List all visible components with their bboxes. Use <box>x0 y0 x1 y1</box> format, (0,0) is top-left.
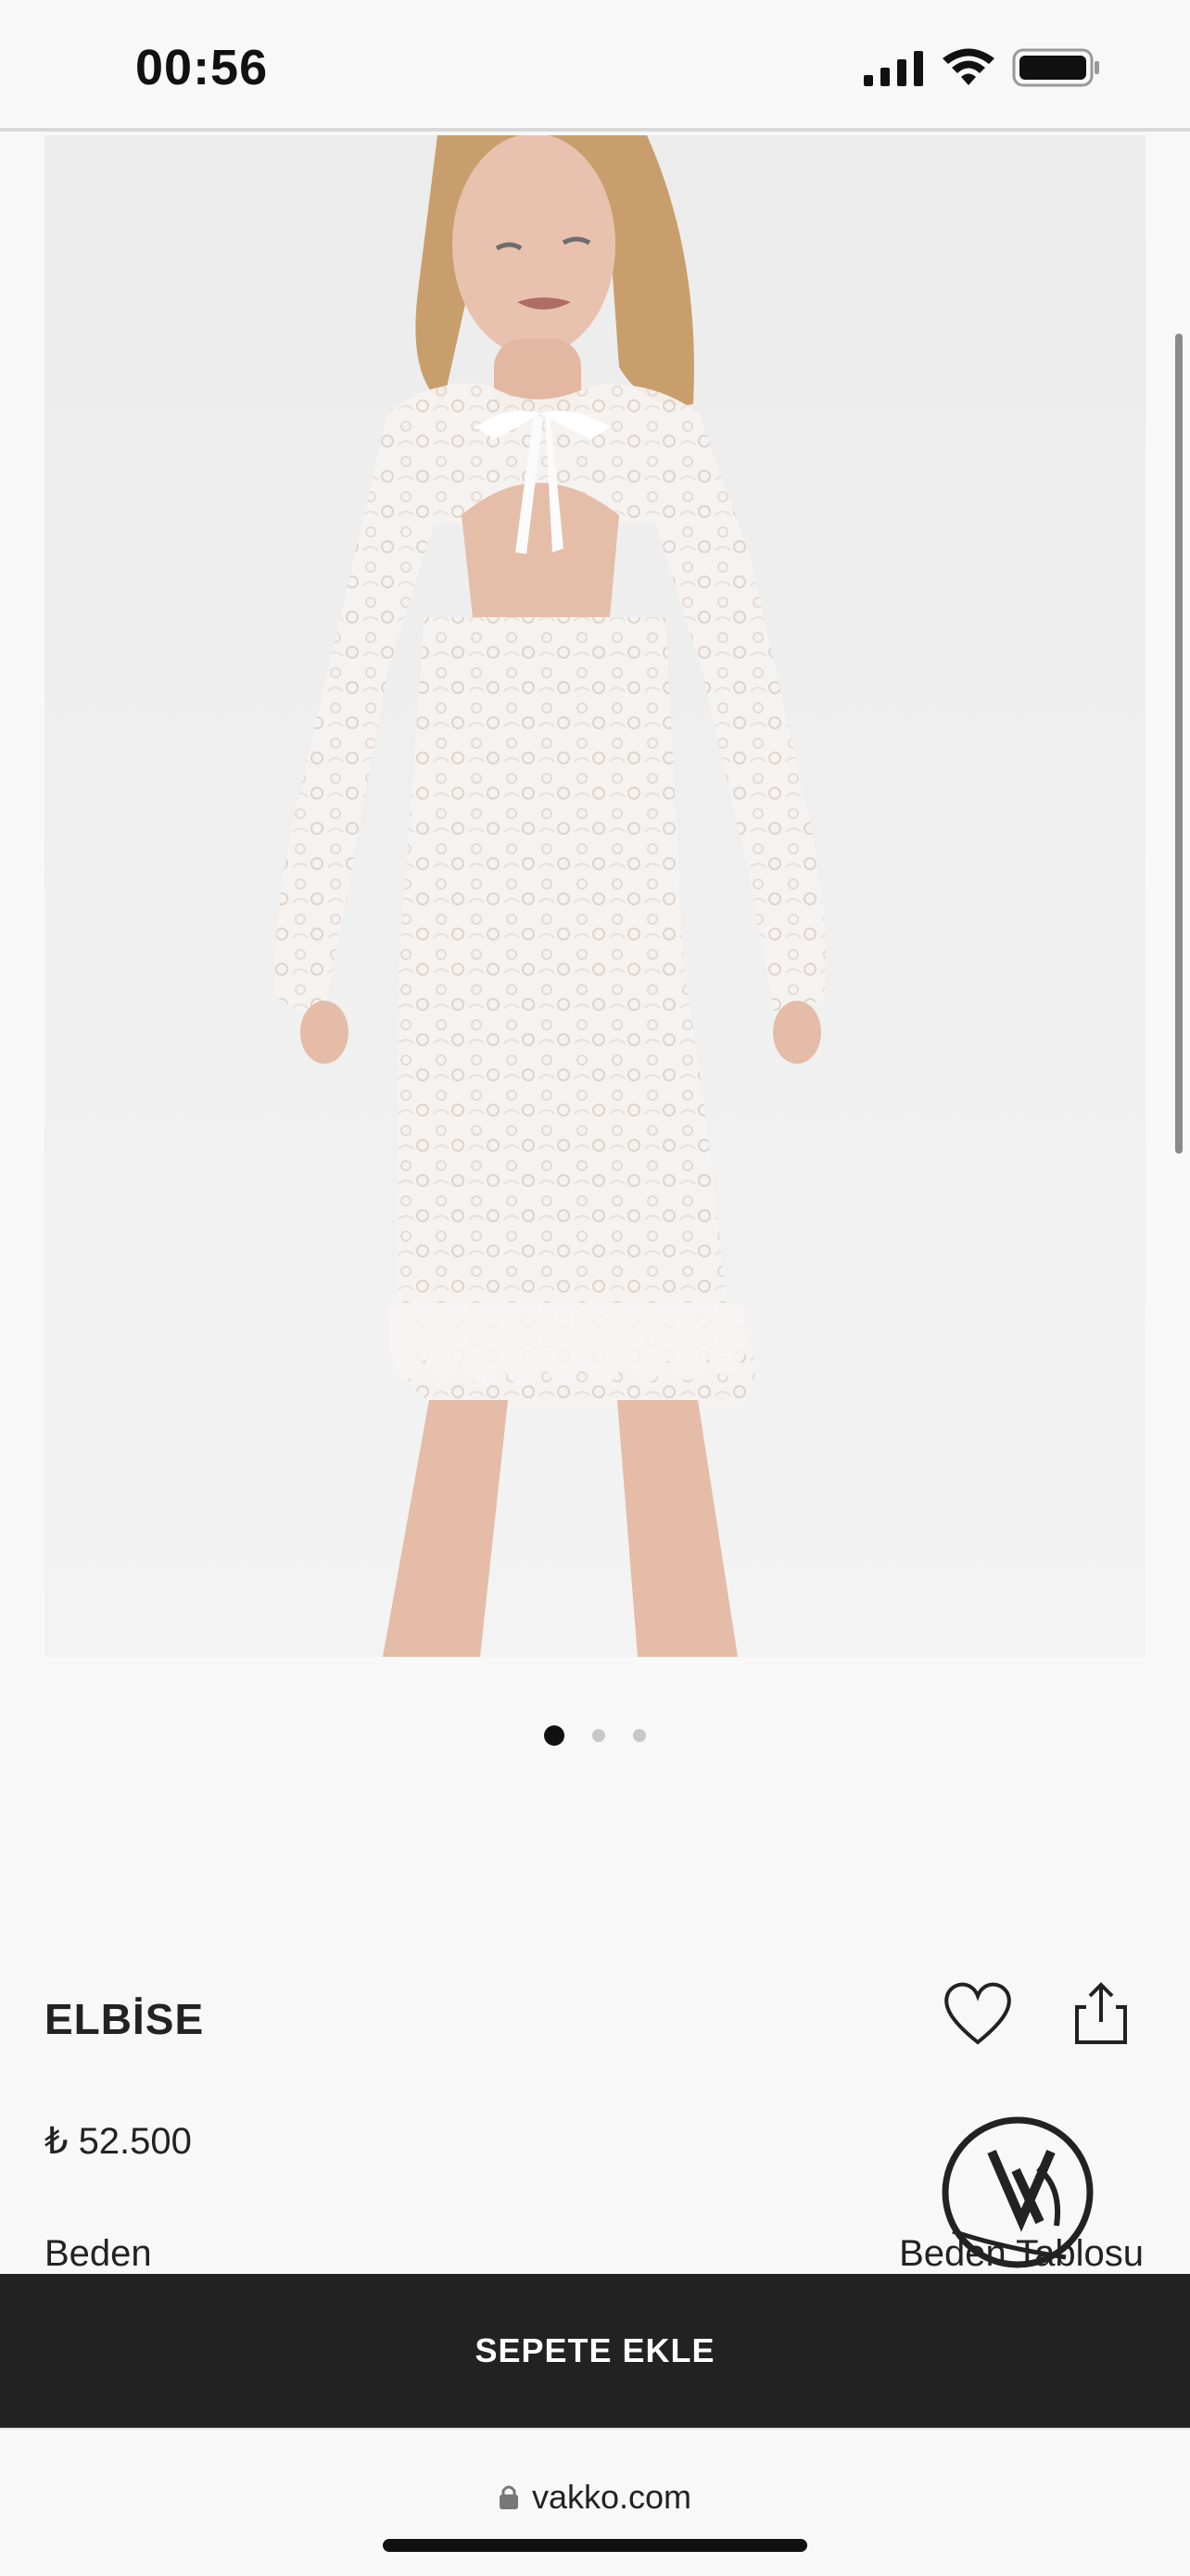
url-display[interactable]: vakko.com <box>0 2478 1190 2517</box>
home-indicator[interactable] <box>383 2539 807 2552</box>
add-to-cart-button[interactable]: SEPETE EKLE <box>0 2274 1190 2428</box>
wifi-icon <box>943 48 994 85</box>
browser-url-bar[interactable]: vakko.com <box>0 2428 1190 2576</box>
product-title: ELBİSE <box>44 1995 205 2043</box>
scroll-indicator[interactable] <box>1175 334 1183 1154</box>
product-price: ₺ 52.500 <box>44 2121 192 2162</box>
carousel-dot-2[interactable] <box>592 1729 605 1742</box>
vakko-logo <box>942 2116 1094 2268</box>
status-time: 00:56 <box>135 40 269 95</box>
size-label: Beden <box>44 2233 152 2274</box>
battery-icon <box>1012 48 1099 87</box>
product-photo <box>44 135 1146 1657</box>
carousel-pagination <box>0 1725 1190 1746</box>
url-text[interactable]: vakko.com <box>532 2478 691 2517</box>
signal-icon <box>864 51 923 86</box>
share-icon[interactable] <box>1071 1981 1131 2046</box>
heart-icon[interactable] <box>941 1979 1015 2048</box>
carousel-dot-3[interactable] <box>633 1729 646 1742</box>
product-image[interactable] <box>44 135 1146 1657</box>
lock-icon <box>499 2485 518 2509</box>
carousel-dot-1[interactable] <box>544 1725 564 1746</box>
status-icons <box>864 48 1101 87</box>
status-bar: 00:56 <box>0 0 1190 132</box>
